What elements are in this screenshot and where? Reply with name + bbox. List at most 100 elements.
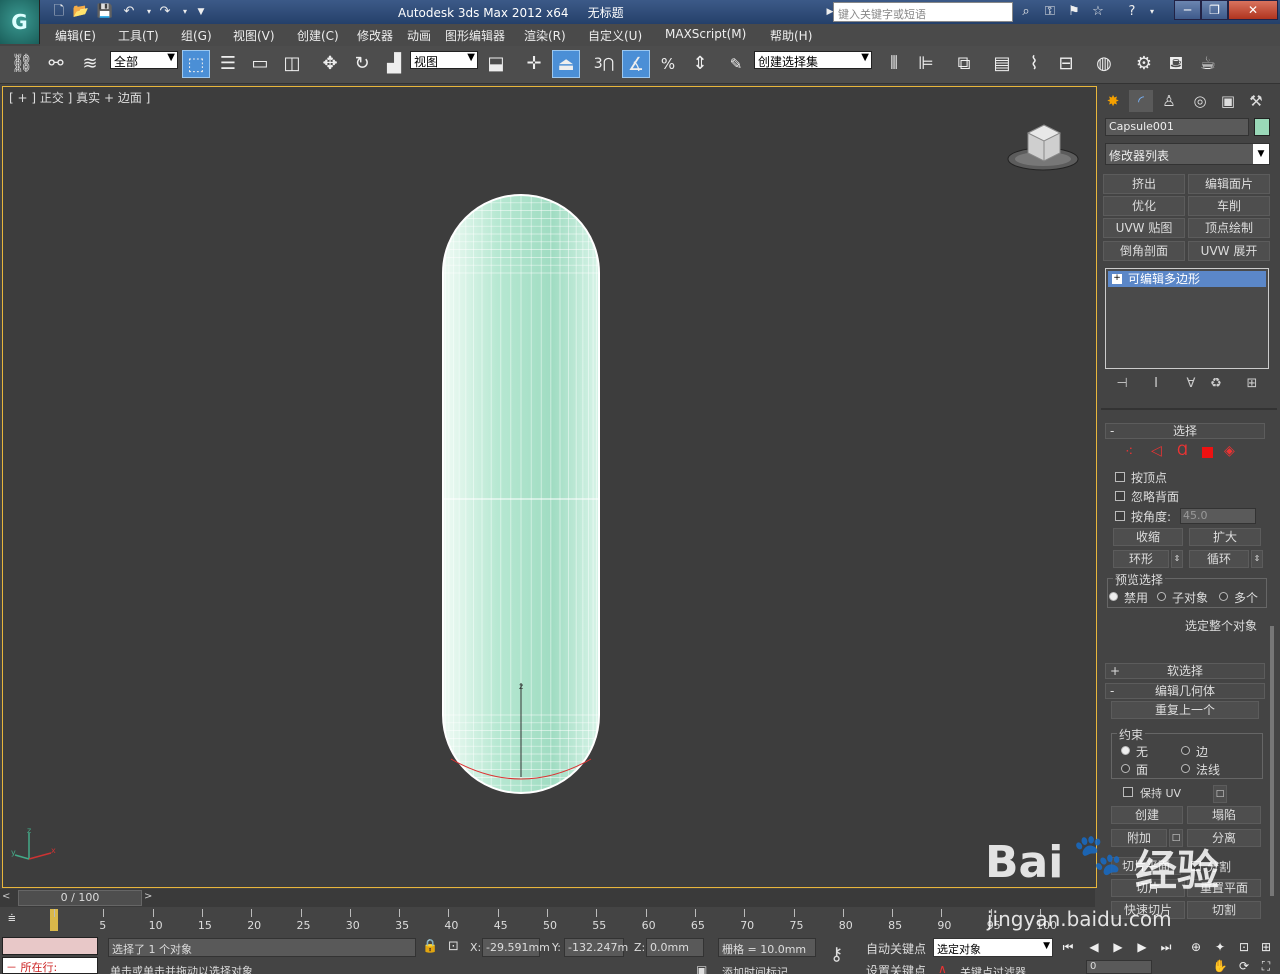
preview-off-radio[interactable] — [1109, 592, 1118, 601]
constraint-none-radio[interactable] — [1121, 746, 1130, 755]
ring-button[interactable]: 环形 — [1113, 550, 1169, 568]
stack-item-editable-poly[interactable]: + 可编辑多边形 — [1108, 271, 1266, 287]
set-key-button[interactable]: 设置关键点 — [866, 962, 926, 974]
pin-stack-icon[interactable]: ⊣ — [1113, 376, 1131, 394]
constraint-normal-radio[interactable] — [1181, 764, 1190, 773]
key-filter-curve-icon[interactable]: ∧ — [938, 962, 947, 974]
utilities-tab-icon[interactable]: ⚒ — [1244, 90, 1268, 112]
time-next-icon[interactable]: > — [144, 891, 158, 905]
menu-maxscript[interactable]: MAXScript(M) — [665, 27, 746, 41]
select-and-scale-icon[interactable]: ▟ — [380, 50, 408, 78]
border-mode-icon[interactable]: Ɑ — [1177, 443, 1188, 459]
subscription-icon[interactable]: ⚿ — [1040, 3, 1060, 21]
preview-subobject-radio[interactable] — [1157, 592, 1166, 601]
select-object-icon[interactable]: ⬚ — [182, 50, 210, 78]
help-dropdown-icon[interactable]: ▾ — [1142, 3, 1162, 21]
add-time-tag-icon[interactable]: ▣ — [696, 963, 707, 974]
modify-tab-icon[interactable]: ◜ — [1129, 90, 1153, 112]
quick-access-more-icon[interactable]: ▼ — [192, 3, 210, 21]
vertex-mode-icon[interactable]: ⁖ — [1125, 444, 1133, 460]
time-slider[interactable]: < 0 / 100 > — [0, 889, 1095, 907]
perspective-viewport[interactable]: [ + ] 正交 ] 真实 + 边面 ] z z x y — [2, 86, 1097, 888]
running-label[interactable]: － 所在行: — [2, 957, 98, 974]
modifier-button-uvw-map[interactable]: UVW 贴图 — [1103, 218, 1185, 238]
time-slider-thumb[interactable]: 0 / 100 — [18, 890, 142, 906]
save-icon[interactable]: 💾 — [96, 3, 114, 21]
pivot-center-icon[interactable]: ⬓ — [482, 50, 510, 78]
orbit-icon[interactable]: ⟳ — [1236, 958, 1252, 974]
constraint-edge-radio[interactable] — [1181, 746, 1190, 755]
by-vertex-checkbox[interactable] — [1115, 472, 1125, 482]
menu-create[interactable]: 创建(C) — [297, 27, 339, 44]
select-by-name-icon[interactable]: ☰ — [214, 50, 242, 78]
menu-tools[interactable]: 工具(T) — [118, 27, 159, 44]
create-tab-icon[interactable]: ✸ — [1101, 90, 1125, 112]
menu-views[interactable]: 视图(V) — [233, 27, 275, 44]
menu-modifiers[interactable]: 修改器 — [357, 27, 393, 44]
curve-editor-icon[interactable]: ⌇ — [1020, 50, 1048, 78]
layer-manager-icon[interactable]: ⧉ — [950, 50, 978, 78]
create-button[interactable]: 创建 — [1111, 806, 1183, 824]
remove-modifier-icon[interactable]: ♻ — [1207, 376, 1225, 394]
ignore-backfacing-checkbox[interactable] — [1115, 491, 1125, 501]
show-end-result-icon[interactable]: Ⅰ — [1147, 376, 1165, 394]
mirror-icon[interactable]: ⫴ — [880, 50, 908, 78]
expand-plus-icon[interactable]: + — [1112, 274, 1122, 284]
by-angle-checkbox[interactable] — [1115, 511, 1125, 521]
viewport-label[interactable]: [ + ] 正交 ] 真实 + 边面 ] — [9, 89, 150, 106]
capsule-object[interactable]: z — [433, 187, 613, 807]
menu-customize[interactable]: 自定义(U) — [588, 27, 642, 44]
maximize-viewport-icon[interactable]: ⛶ — [1258, 958, 1274, 974]
element-mode-icon[interactable]: ◈ — [1224, 443, 1235, 459]
z-coord-field[interactable]: 0.0mm — [646, 938, 704, 957]
x-coord-field[interactable]: -29.591mm — [482, 938, 550, 957]
rollout-edit-geometry-header[interactable]: - 编辑几何体 — [1105, 683, 1265, 699]
search-input[interactable]: 键入关键字或短语 — [833, 2, 1013, 22]
select-and-rotate-icon[interactable]: ↻ — [348, 50, 376, 78]
make-unique-icon[interactable]: ∀ — [1182, 376, 1200, 394]
menu-edit[interactable]: 编辑(E) — [55, 27, 96, 44]
time-prev-icon[interactable]: < — [2, 891, 16, 905]
open-file-icon[interactable]: 📂 — [72, 3, 90, 21]
edit-named-selection-icon[interactable]: ✎ — [722, 50, 750, 78]
bind-space-warp-icon[interactable]: ≋ — [76, 50, 104, 78]
collapse-button[interactable]: 塌陷 — [1187, 806, 1261, 824]
viewcube-icon[interactable] — [1006, 121, 1081, 176]
rectangular-selection-icon[interactable]: ▭ — [246, 50, 274, 78]
schematic-view-icon[interactable]: ⊟ — [1052, 50, 1080, 78]
loop-spinner-icon[interactable]: ⇕ — [1251, 550, 1263, 568]
object-name-field[interactable]: Capsule001 — [1105, 118, 1249, 136]
constraint-face-radio[interactable] — [1121, 764, 1130, 773]
graphite-tools-icon[interactable]: ▤ — [988, 50, 1016, 78]
loop-button[interactable]: 循环 — [1189, 550, 1249, 568]
help-icon[interactable]: ? — [1122, 3, 1142, 21]
add-time-tag-label[interactable]: 添加时间标记 — [722, 964, 788, 974]
grow-button[interactable]: 扩大 — [1189, 528, 1261, 546]
modifier-button-optimize[interactable]: 优化 — [1103, 196, 1185, 216]
communication-icon[interactable]: ⚑ — [1064, 3, 1084, 21]
rendered-frame-window-icon[interactable]: ⛾ — [1162, 50, 1190, 78]
material-editor-icon[interactable]: ◍ — [1090, 50, 1118, 78]
preview-multi-radio[interactable] — [1219, 592, 1228, 601]
percent-snap-icon[interactable]: % — [654, 50, 682, 78]
align-icon[interactable]: ⊫ — [912, 50, 940, 78]
key-filters-button[interactable]: 关键点过滤器... — [960, 964, 1037, 974]
render-production-icon[interactable]: ☕ — [1194, 50, 1222, 78]
app-logo-button[interactable]: G — [0, 0, 40, 44]
edge-mode-icon[interactable]: ◁ — [1151, 443, 1162, 459]
restore-button[interactable]: ❐ — [1201, 0, 1228, 20]
menu-animation[interactable]: 动画 — [407, 27, 431, 44]
preserve-uv-checkbox[interactable] — [1123, 787, 1133, 797]
modifier-button-lathe[interactable]: 车削 — [1188, 196, 1270, 216]
new-file-icon[interactable]: 🗋 — [50, 3, 68, 21]
menu-group[interactable]: 组(G) — [181, 27, 212, 44]
undo-icon[interactable]: ↶ — [120, 3, 138, 21]
menu-rendering[interactable]: 渲染(R) — [524, 27, 566, 44]
rollout-selection-header[interactable]: - 选择 — [1105, 423, 1265, 439]
redo-icon[interactable]: ↷ — [156, 3, 174, 21]
selection-lock-icon[interactable]: 🔒 — [422, 939, 438, 954]
timeline-ruler[interactable]: ⩧ 5 10 15 20 25 30 35 40 45 50 55 60 65 70 75 80 85 90 95 1… — [0, 907, 1095, 934]
modifier-button-extrude[interactable]: 挤出 — [1103, 174, 1185, 194]
render-setup-icon[interactable]: ⚙ — [1130, 50, 1158, 78]
y-coord-field[interactable]: -132.247m — [564, 938, 628, 957]
